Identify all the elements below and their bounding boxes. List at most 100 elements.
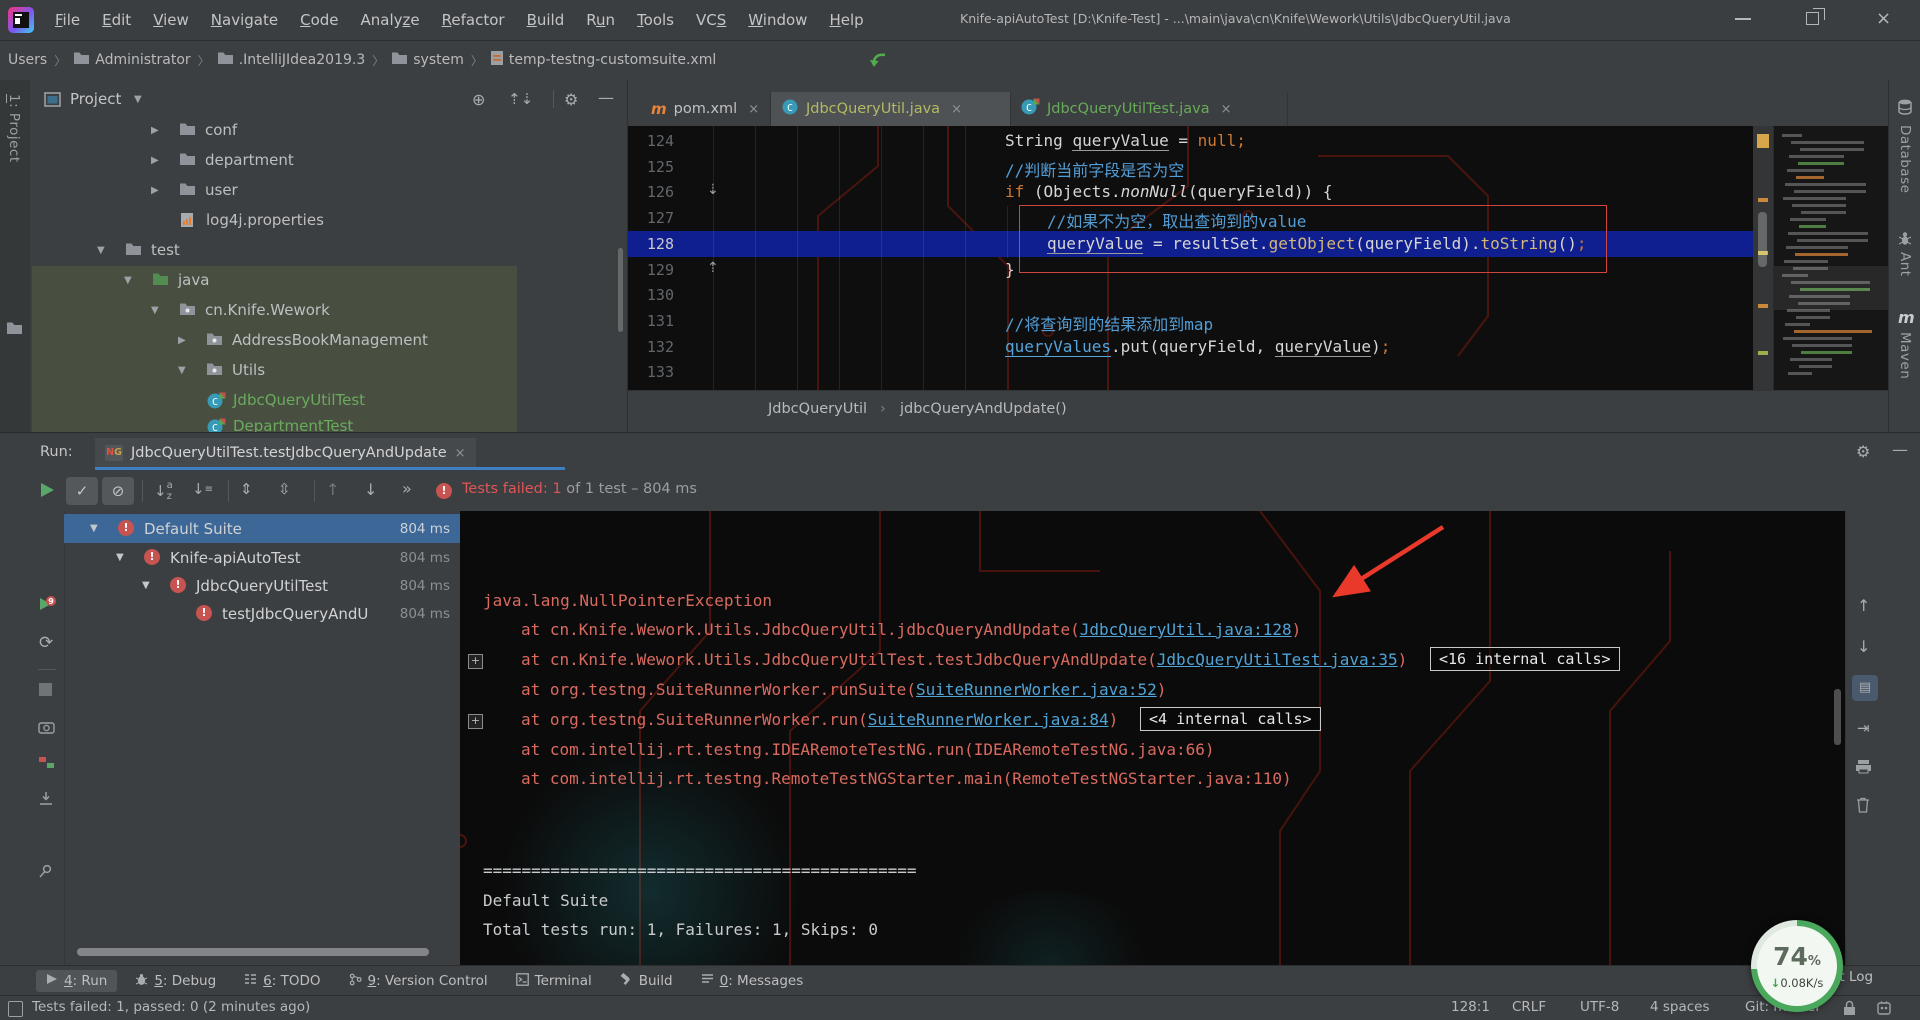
rerun-icon[interactable]	[38, 481, 56, 503]
gear-icon[interactable]: ⚙	[564, 90, 578, 109]
test-tree-item-knife-apiautotest[interactable]: ▼! Knife-apiAutoTest 804 ms	[64, 543, 460, 572]
tree-expanded-arrow-icon[interactable]: ▼	[178, 365, 186, 376]
sort-by-duration-icon[interactable]: ↓ ≡	[192, 480, 213, 498]
menu-window[interactable]: Window	[737, 11, 818, 29]
collapse-all-icon[interactable]: ⇳	[278, 480, 291, 498]
tree-collapsed-arrow-icon[interactable]: ▶	[151, 155, 159, 166]
show-ignored-toggle[interactable]: ⊘	[102, 477, 134, 505]
suspend-icon[interactable]	[39, 683, 52, 696]
tool-window-button-terminal[interactable]: Terminal	[506, 970, 602, 993]
menu-code[interactable]: Code	[289, 11, 349, 29]
breadcrumb-item[interactable]: .IntelliJIdea2019.3	[217, 51, 365, 69]
breadcrumb-item[interactable]: system	[391, 51, 464, 69]
tree-collapsed-arrow-icon[interactable]: ▶	[151, 185, 159, 196]
menu-analyze[interactable]: Analyze	[350, 11, 431, 29]
breadcrumb-method[interactable]: jdbcQueryAndUpdate()	[900, 401, 1067, 417]
tree-expanded-arrow-icon[interactable]: ▼	[116, 552, 124, 563]
editor-tab-pom-xml[interactable]: m pom.xml ×	[641, 92, 771, 126]
project-tree-item-test[interactable]: ▼ test	[30, 237, 627, 263]
test-history-icon[interactable]	[38, 755, 55, 774]
close-icon[interactable]: ×	[455, 446, 466, 461]
printer-icon[interactable]	[1855, 759, 1872, 778]
menu-refactor[interactable]: Refactor	[431, 11, 516, 29]
minimap-viewport[interactable]	[1774, 266, 1890, 310]
error-stripe-mark[interactable]	[1758, 198, 1768, 202]
menu-tools[interactable]: Tools	[626, 11, 685, 29]
hide-panel-icon[interactable]: —	[1892, 440, 1908, 459]
test-tree-item-default suite[interactable]: ▼! Default Suite 804 ms	[64, 514, 460, 543]
previous-failed-icon[interactable]: ↑	[326, 480, 339, 499]
project-tree-item-java[interactable]: ▼ java	[30, 267, 627, 293]
tool-window-button-9-version-control[interactable]: 9: Version Control	[339, 970, 498, 993]
more-actions-icon[interactable]: »	[402, 479, 412, 498]
toggle-auto-test-icon[interactable]: ⟳	[39, 633, 53, 653]
tool-button-maven[interactable]: Maven	[1897, 332, 1913, 379]
close-button[interactable]: ×	[1876, 8, 1891, 29]
tree-collapsed-arrow-icon[interactable]: ▶	[178, 335, 186, 346]
scroll-down-icon[interactable]: ↓	[1857, 637, 1870, 656]
network-speed-widget[interactable]: 74% ↓0.08K/s	[1751, 920, 1843, 1012]
tool-button-database[interactable]: Database	[1897, 125, 1913, 193]
project-tree-item-log4j.properties[interactable]: log4j.properties	[30, 207, 627, 233]
collapse-all-icon[interactable]: ⇡⇣	[508, 90, 533, 108]
status-message[interactable]: Tests failed: 1, passed: 0 (2 minutes ag…	[32, 999, 310, 1015]
status-caret-position[interactable]: 128:1	[1451, 999, 1490, 1015]
tree-expanded-arrow-icon[interactable]: ▼	[97, 245, 105, 256]
locate-file-icon[interactable]: ⊕	[472, 90, 485, 109]
menu-file[interactable]: File	[44, 11, 91, 29]
test-tree-item-jdbcqueryutiltest[interactable]: ▼! JdbcQueryUtilTest 804 ms	[64, 571, 460, 600]
editor-tab-JdbcQueryUtil-java[interactable]: C JdbcQueryUtil.java ×	[771, 92, 1011, 126]
project-tree-item-jdbcqueryutiltest[interactable]: C JdbcQueryUtilTest	[30, 387, 627, 413]
scroll-up-icon[interactable]: ↑	[1857, 596, 1870, 615]
trash-icon[interactable]	[1856, 797, 1870, 817]
editor-scrollbar[interactable]	[1758, 212, 1767, 267]
recent-locations-icon[interactable]	[868, 49, 888, 73]
show-passed-toggle[interactable]: ✓	[66, 477, 98, 505]
breadcrumb-item[interactable]: Users	[8, 52, 47, 68]
menu-vcs[interactable]: VCS	[685, 11, 737, 29]
project-tree-item-cn.knife.wework[interactable]: ▼ cn.Knife.Wework	[30, 297, 627, 323]
error-stripe-mark[interactable]	[1758, 304, 1768, 308]
error-stripe-mark[interactable]	[1758, 351, 1768, 355]
tool-window-button-5-debug[interactable]: 5: Debug	[125, 970, 226, 993]
project-scrollbar[interactable]	[618, 248, 623, 332]
minimize-button[interactable]	[1735, 18, 1751, 20]
project-tree-item-user[interactable]: ▶ user	[30, 177, 627, 203]
maven-icon[interactable]: m	[1898, 308, 1915, 327]
gear-icon[interactable]: ⚙	[1856, 442, 1870, 461]
project-tree-item-conf[interactable]: ▶ conf	[30, 117, 627, 143]
rerun-failed-tests-icon[interactable]: 9	[38, 595, 57, 617]
status-indent-size[interactable]: 4 spaces	[1650, 999, 1710, 1015]
menu-help[interactable]: Help	[818, 11, 874, 29]
error-stripe-mark[interactable]	[1757, 134, 1769, 148]
menu-navigate[interactable]: Navigate	[200, 11, 289, 29]
project-panel-title[interactable]: Project	[70, 90, 121, 108]
run-tab[interactable]: NG JdbcQueryUtilTest.testJdbcQueryAndUpd…	[95, 438, 476, 468]
code-editor[interactable]: 124 String queryValue = null; 125 //判断当前字段是…	[628, 126, 1753, 390]
lock-icon[interactable]	[1843, 1000, 1856, 1020]
breadcrumb-item[interactable]: temp-testng-customsuite.xml	[490, 50, 716, 70]
menu-view[interactable]: View	[142, 11, 200, 29]
status-popup-icon[interactable]	[8, 1001, 23, 1017]
menu-edit[interactable]: Edit	[91, 11, 142, 29]
sort-alphabetically-icon[interactable]: ↓ a z	[154, 480, 173, 502]
import-test-results-icon[interactable]	[38, 791, 54, 811]
status-line-endings[interactable]: CRLF	[1512, 999, 1546, 1015]
project-tree-item-addressbookmanagement[interactable]: ▶ AddressBookManagement	[30, 327, 627, 353]
expand-all-icon[interactable]: ⇕	[240, 480, 253, 498]
breadcrumb-class[interactable]: JdbcQueryUtil	[768, 401, 867, 417]
project-tree-item-departmenttest[interactable]: C DepartmentTest	[30, 413, 627, 432]
status-encoding[interactable]: UTF-8	[1580, 999, 1619, 1015]
tree-expanded-arrow-icon[interactable]: ▼	[124, 275, 132, 286]
editor-error-stripe[interactable]	[1753, 126, 1773, 398]
gutter-arrow-up-icon[interactable]: ⇡	[707, 260, 719, 276]
minimap[interactable]	[1773, 126, 1890, 390]
close-icon[interactable]: ×	[1221, 102, 1232, 117]
test-console[interactable]: java.lang.NullPointerException at cn.Knif…	[460, 511, 1845, 966]
project-tree-item-department[interactable]: ▶ department	[30, 147, 627, 173]
screenshot-icon[interactable]	[38, 719, 55, 738]
tree-expanded-arrow-icon[interactable]: ▼	[151, 305, 159, 316]
tree-expanded-arrow-icon[interactable]: ▼	[142, 580, 150, 591]
close-icon[interactable]: ×	[951, 102, 962, 117]
menu-run[interactable]: Run	[575, 11, 626, 29]
